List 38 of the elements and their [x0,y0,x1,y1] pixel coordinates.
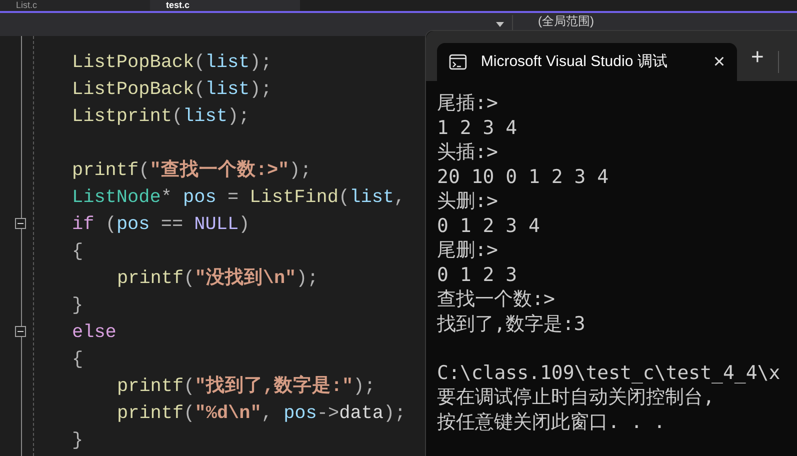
code-line: ListPopBack(list); [72,78,272,102]
code-line: Listprint(list); [72,105,250,129]
code-line: { [72,348,84,372]
editor-tab[interactable]: List.c [0,0,150,11]
code-line: else [72,321,116,345]
console-output-line: 0 1 2 3 [437,262,518,287]
new-tab-button[interactable]: + [751,40,764,73]
console-output-line: 0 1 2 3 4 [437,214,540,238]
collapse-icon[interactable] [15,326,26,337]
console-output-line: 20 10 0 1 2 3 4 [437,164,609,189]
terminal-icon [449,54,467,70]
console-output-line: 尾插:> [437,91,498,116]
console-output-line: 1 2 3 4 [437,116,518,140]
console-tab[interactable]: Microsoft Visual Studio 调试 × [437,43,737,81]
collapse-icon[interactable] [15,218,26,229]
console-output-line: 要在调试停止时自动关闭控制台, [437,385,714,410]
console-output-line: 头删:> [437,189,498,214]
scope-dropdown[interactable]: (全局范围) [538,14,594,29]
code-line: printf("没找到\n"); [116,266,318,291]
editor-tab[interactable]: test.c [150,0,300,11]
console-output-line: 找到了,数字是:3 [437,312,586,336]
console-output-line: 头插:> [437,140,498,164]
code-line: if (pos == NULL) [72,213,250,237]
console-output-line: 按任意键关闭此窗口. . . [437,410,666,434]
console-tab-title: Microsoft Visual Studio 调试 [480,52,668,72]
console-output-line: 尾删:> [437,238,498,262]
code-line: ListNode* pos = ListFind(list, [72,186,406,210]
console-output-line: 查找一个数:> [437,287,555,312]
console-output-line: C:\class.109\test_c\test_4_4\x [437,360,780,385]
code-line: printf("找到了,数字是:"); [116,374,376,399]
code-line: { [72,240,84,264]
close-tab-button[interactable]: × [713,47,725,77]
code-line: } [72,294,84,318]
code-line: ListPopBack(list); [72,51,272,75]
code-line: printf("%d\n", pos->data); [116,402,406,426]
code-line: printf("查找一个数:>"); [72,158,312,183]
caret-icon[interactable] [496,22,504,27]
code-line: } [72,429,84,453]
